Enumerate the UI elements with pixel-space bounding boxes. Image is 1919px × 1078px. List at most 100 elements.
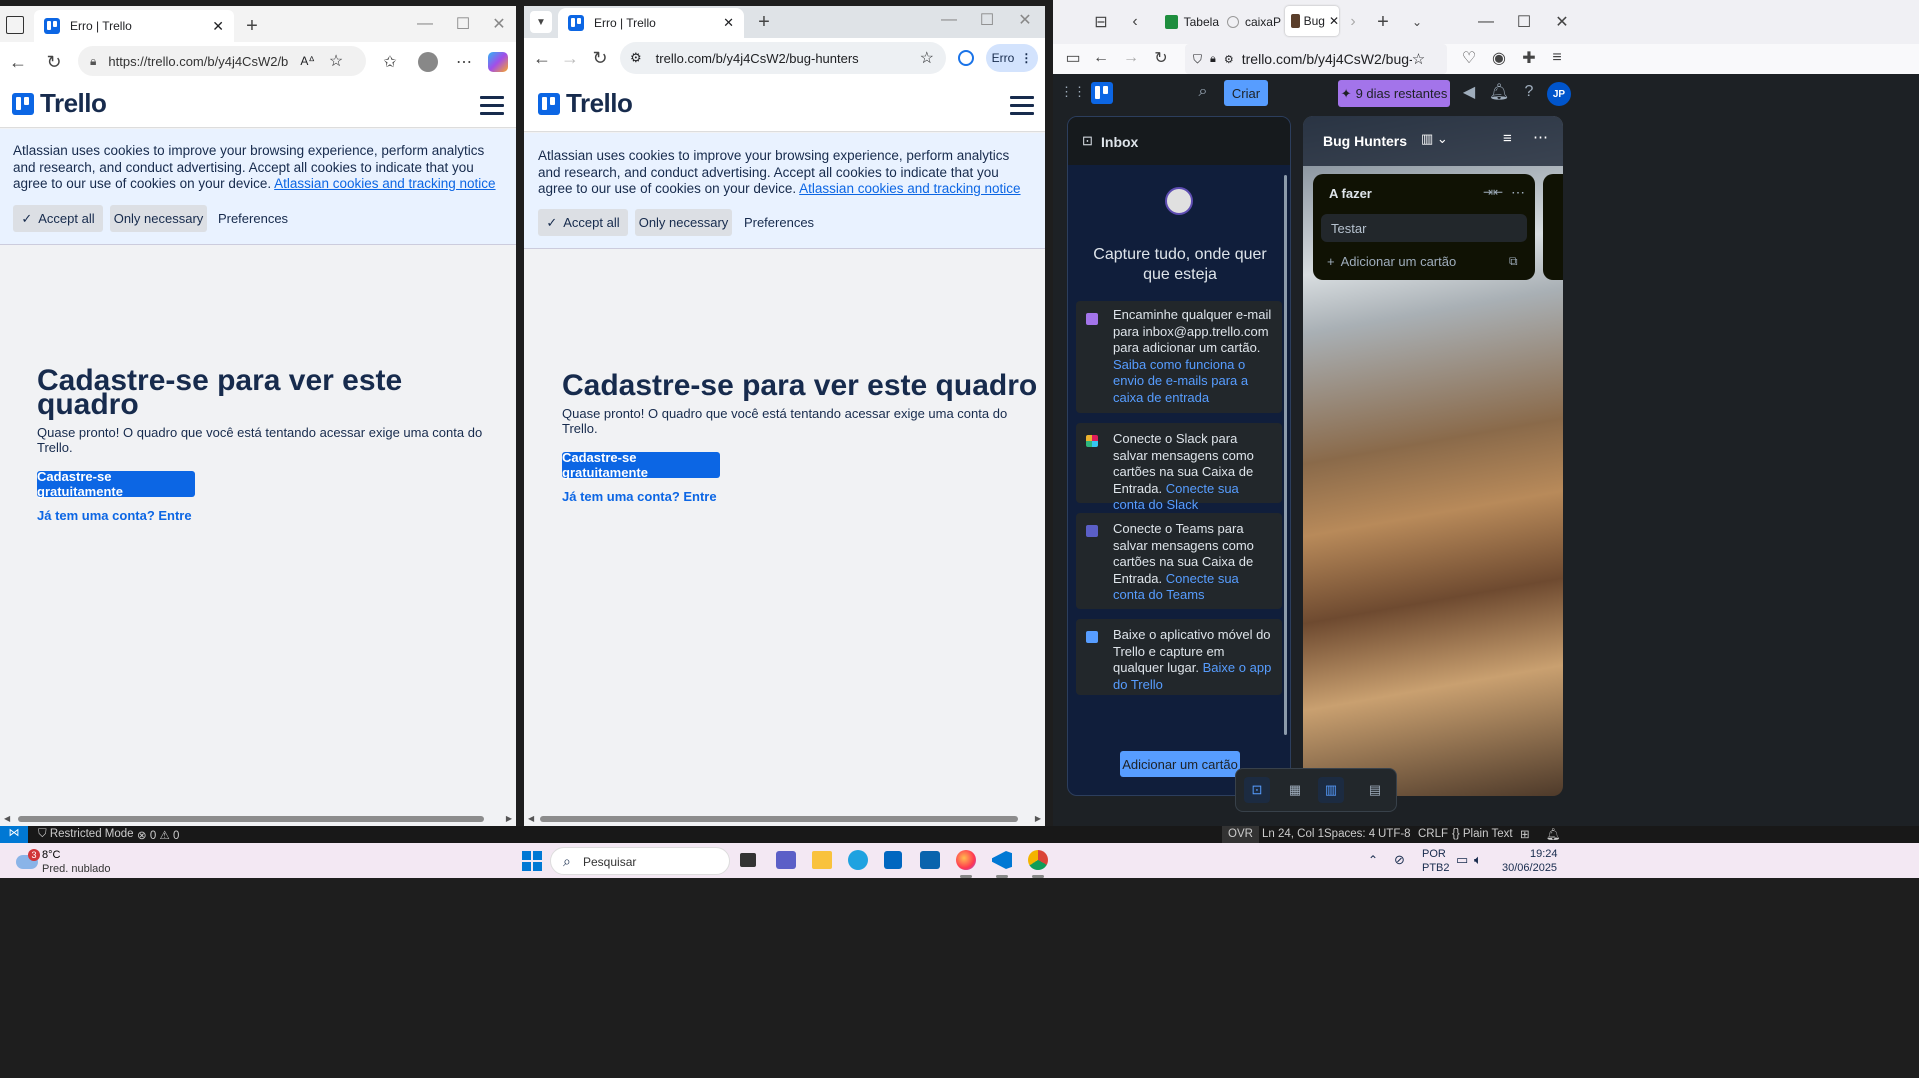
tray-chevron-icon[interactable]: ⌃ (1368, 853, 1378, 867)
close-icon[interactable]: ✕ (723, 15, 734, 31)
monitor-icon[interactable]: ▭ (1456, 852, 1468, 868)
eol[interactable]: CRLF (1418, 828, 1448, 840)
preferences-button[interactable]: Preferences (740, 209, 818, 236)
create-button[interactable]: Criar (1224, 80, 1268, 106)
firefox-tab-1[interactable]: Tabela (1161, 8, 1219, 36)
minimize-icon[interactable]: — (934, 8, 964, 32)
taskbar-search[interactable]: ⌕ Pesquisar (550, 847, 730, 875)
language-mode[interactable]: {} Plain Text (1452, 828, 1513, 840)
firefox-tab-2[interactable]: caixaP (1223, 8, 1281, 36)
profile-icon[interactable] (418, 52, 438, 72)
back-icon[interactable]: ← (6, 50, 30, 74)
copilot-icon[interactable] (488, 52, 508, 72)
close-icon[interactable]: ✕ (1329, 14, 1339, 28)
search-icon[interactable]: ⌕ (1193, 82, 1213, 102)
inbox-scrollbar[interactable] (1284, 175, 1287, 735)
avatar[interactable]: JP (1547, 82, 1571, 106)
vscode-app-icon[interactable] (992, 851, 1012, 869)
window-close-icon[interactable]: ✕ (1010, 8, 1040, 32)
maximize-icon[interactable]: ☐ (448, 12, 478, 36)
trial-badge[interactable]: ✦ 9 dias restantes (1338, 80, 1450, 107)
add-card-link[interactable]: + Adicionar um cartão (1327, 254, 1456, 269)
scrollbar-thumb[interactable] (540, 816, 1018, 822)
outlook-app-icon[interactable] (920, 851, 940, 869)
lang-secondary[interactable]: PTB2 (1422, 862, 1450, 874)
file-explorer-icon[interactable] (812, 851, 832, 869)
horizontal-scrollbar[interactable]: ◀ ▶ (524, 810, 1045, 826)
forward-icon[interactable]: → (1121, 48, 1141, 68)
clock-time[interactable]: 19:24 (1530, 848, 1558, 860)
trello-logo[interactable]: Trello (538, 88, 633, 119)
menu-icon[interactable]: ≡ (1547, 48, 1567, 68)
minimize-icon[interactable]: — (1471, 10, 1501, 34)
window-close-icon[interactable]: ✕ (484, 12, 514, 36)
volume-icon[interactable]: 🔈︎ (1474, 852, 1482, 868)
refresh-icon[interactable]: ↻ (42, 50, 66, 74)
remote-icon[interactable]: ⋈ (0, 826, 28, 843)
encoding[interactable]: UTF-8 (1378, 828, 1411, 840)
refresh-icon[interactable]: ↻ (588, 46, 612, 70)
close-icon[interactable]: ✕ (212, 18, 224, 35)
bell-icon[interactable]: 🔔︎ (1489, 82, 1509, 102)
extensions-icon[interactable]: ✚ (1519, 48, 1539, 68)
new-tab-icon[interactable]: + (240, 14, 264, 38)
maximize-icon[interactable]: ☐ (1509, 10, 1539, 34)
scroll-left-icon[interactable]: ‹ (1125, 12, 1145, 32)
pocket-icon[interactable]: ♡ (1459, 48, 1479, 68)
signup-button[interactable]: Cadastre-se gratuitamente (562, 450, 720, 480)
email-help-link[interactable]: Saiba como funciona o envio de e-mails p… (1113, 357, 1248, 405)
scroll-right-icon[interactable]: › (1343, 12, 1363, 32)
board-view-icon[interactable]: ▥ ⌄ (1421, 131, 1448, 147)
only-necessary-button[interactable]: Only necessary (110, 205, 207, 232)
menu-icon[interactable] (1010, 96, 1034, 116)
address-bar[interactable]: ⛉ 🔒︎ ⚙︎ trello.com/b/y4j4CsW2/bug-hu ☆ (1185, 44, 1447, 74)
clock-date[interactable]: 30/06/2025 (1502, 862, 1557, 874)
address-bar[interactable]: 🔒︎ https://trello.com/b/y4j4CsW2/b... Aᐞ… (78, 46, 366, 76)
tab-search-icon[interactable]: ▼ (530, 11, 552, 33)
site-info-icon[interactable]: ⚙︎ (630, 50, 642, 66)
favorites-icon[interactable]: ✩ (378, 50, 402, 74)
start-icon[interactable] (522, 851, 542, 871)
list-title[interactable]: A fazer (1329, 186, 1372, 201)
accept-all-button[interactable]: ✓ Accept all (538, 209, 628, 236)
tab-history-icon[interactable]: ⊟ (1091, 12, 1111, 32)
inbox-view-icon[interactable]: ⊡ (1244, 777, 1270, 803)
minimize-icon[interactable]: — (410, 12, 440, 36)
ovr-indicator[interactable]: OVR (1222, 826, 1259, 843)
only-necessary-button[interactable]: Only necessary (635, 209, 732, 236)
bookmark-icon[interactable]: ☆ (920, 48, 934, 68)
template-icon[interactable]: ⧉ (1509, 254, 1518, 269)
more-icon[interactable]: ⋯ (452, 50, 476, 74)
profile-error-button[interactable]: Erro ⋮ (986, 44, 1038, 72)
firefox-app-icon[interactable] (956, 850, 976, 870)
problems-indicator[interactable]: ⊗ 0 ⚠ 0 (137, 828, 179, 842)
more-icon[interactable]: ⋯ (1533, 128, 1548, 146)
refresh-icon[interactable]: ↻ (1151, 48, 1171, 68)
board-title[interactable]: Bug Hunters (1323, 133, 1407, 149)
new-tab-icon[interactable]: + (752, 10, 776, 34)
weather-widget[interactable]: 3 8°C Pred. nublado (12, 847, 122, 877)
cookie-notice-link[interactable]: Atlassian cookies and tracking notice (274, 176, 495, 191)
cookie-notice-link[interactable]: Atlassian cookies and tracking notice (799, 181, 1020, 196)
signup-button[interactable]: Cadastre-se gratuitamente (37, 469, 195, 499)
read-aloud-icon[interactable]: Aᐞ (300, 54, 315, 68)
task-view-icon[interactable] (740, 853, 756, 867)
restricted-mode[interactable]: ⛉ Restricted Mode (38, 828, 134, 841)
chrome-app-icon[interactable] (1028, 850, 1048, 870)
lang-primary[interactable]: POR (1422, 848, 1446, 860)
teams-app-icon[interactable] (776, 851, 796, 869)
firefox-tab-active[interactable]: Bug ✕ (1285, 6, 1339, 36)
address-bar[interactable]: ⚙︎ trello.com/b/y4j4CsW2/bug-hunters ☆ (620, 42, 946, 74)
edge-app-icon[interactable] (848, 850, 868, 870)
planner-view-icon[interactable]: ▦ (1282, 777, 1308, 803)
notifications-icon[interactable]: 🔔︎ (1546, 827, 1561, 841)
horizontal-scrollbar[interactable]: ◀ ▶ (0, 810, 516, 826)
app-switcher-icon[interactable]: ⋮⋮ (1060, 82, 1086, 102)
preferences-button[interactable]: Preferences (214, 205, 292, 232)
list-menu-icon[interactable]: ⋯ (1511, 184, 1525, 201)
chrome-tab-active[interactable]: Erro | Trello ✕ (558, 8, 744, 38)
indentation[interactable]: Spaces: 4 (1324, 828, 1375, 840)
network-off-icon[interactable]: ⊘ (1394, 852, 1405, 868)
account-icon[interactable]: ◉ (1489, 48, 1509, 68)
trello-logo[interactable]: Trello (12, 88, 107, 119)
